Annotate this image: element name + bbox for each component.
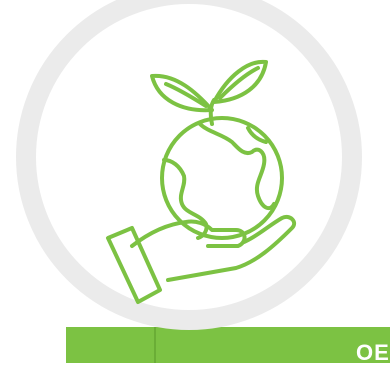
hand-holding-globe-with-leaves-icon [106, 59, 297, 304]
